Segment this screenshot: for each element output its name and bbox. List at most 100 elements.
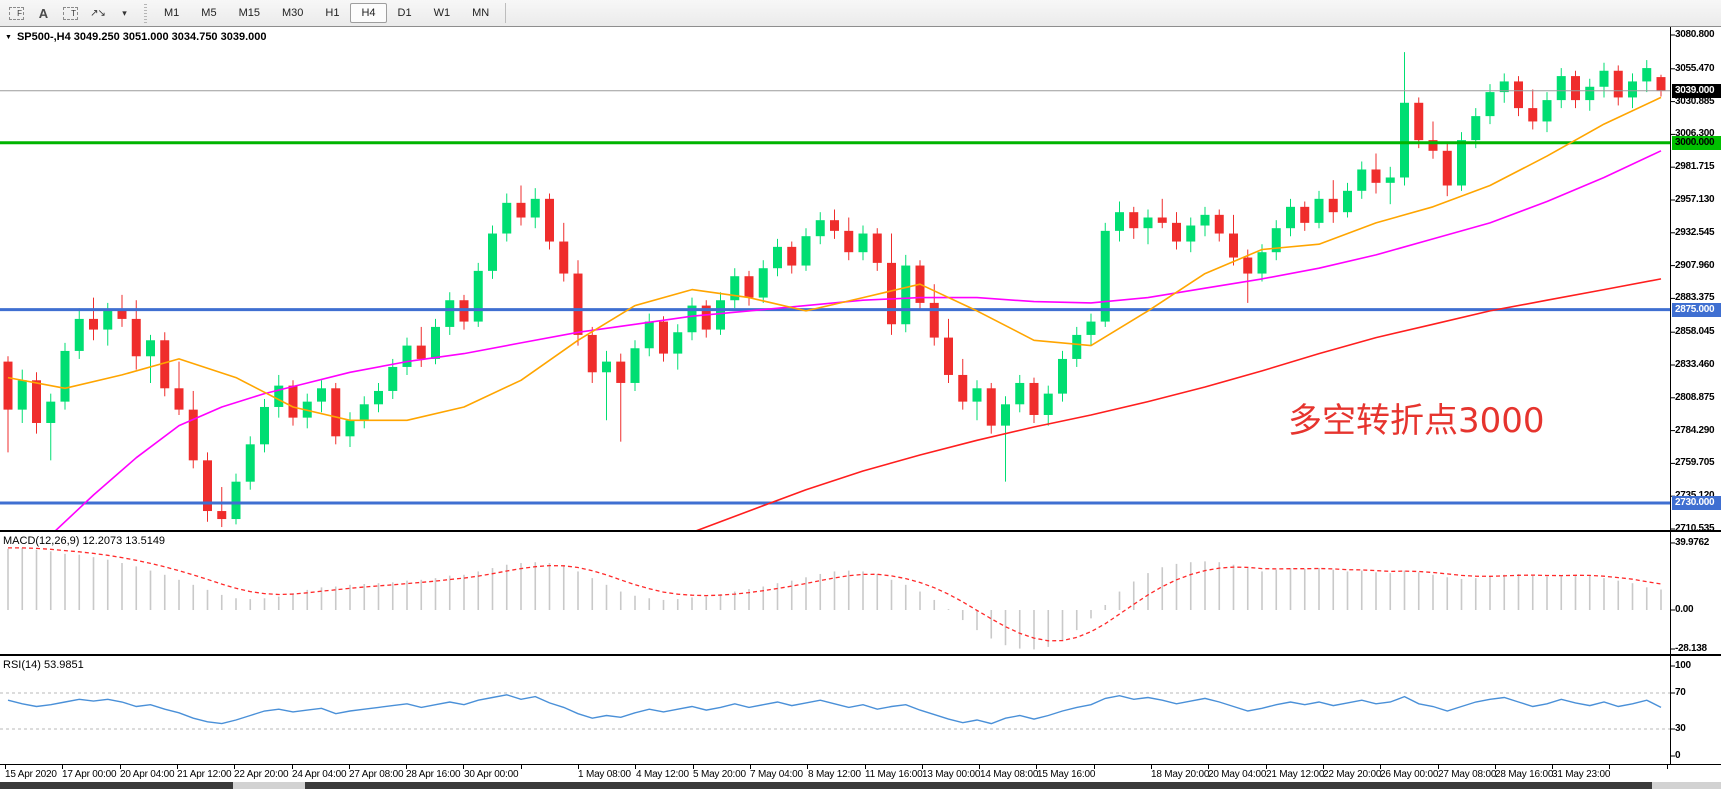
candle [1286, 199, 1295, 236]
candle [559, 223, 568, 282]
candle [246, 436, 255, 489]
candle [930, 284, 939, 345]
candle [1657, 75, 1666, 97]
candle [89, 298, 98, 341]
candle [1001, 396, 1010, 481]
arrows-dropdown-icon[interactable]: ▾ [112, 3, 137, 24]
candle [474, 263, 483, 327]
candles-layer [4, 52, 1666, 527]
time-axis[interactable]: 15 Apr 202017 Apr 00:0020 Apr 04:0021 Ap… [0, 765, 1721, 782]
chart-title: ▼ SP500-,H4 3049.250 3051.000 3034.750 3… [5, 31, 267, 43]
time-axis-label: 15 May 16:00 [1037, 769, 1095, 780]
candle [360, 396, 369, 428]
symbol-ohlc-text: SP500-,H4 3049.250 3051.000 3034.750 303… [17, 31, 267, 43]
main-chart-panel[interactable]: ▼ SP500-,H4 3049.250 3051.000 3034.750 3… [0, 27, 1721, 532]
fibonacci-icon[interactable]: F [4, 3, 29, 24]
candle [901, 255, 910, 332]
rsi-panel[interactable]: RSI(14) 53.9851 10070300 [0, 656, 1721, 765]
rsi-axis-label: 100 [1675, 660, 1691, 671]
text-tool-icon[interactable]: A [31, 3, 56, 24]
macd-axis-label: -28.138 [1675, 643, 1707, 654]
timeframe-button-h1[interactable]: H1 [314, 3, 350, 23]
timeframe-button-m15[interactable]: M15 [228, 3, 271, 23]
time-axis-label: 11 May 16:00 [865, 769, 922, 780]
timeframe-button-mn[interactable]: MN [461, 3, 500, 23]
macd-panel[interactable]: MACD(12,26,9) 12.2073 13.5149 39.97620.0… [0, 532, 1721, 656]
rsi-line [8, 695, 1661, 724]
candle [61, 343, 70, 410]
timeframe-button-d1[interactable]: D1 [387, 3, 423, 23]
time-axis-label: 28 Apr 16:00 [406, 769, 460, 780]
candle [417, 327, 426, 367]
time-axis-label: 27 May 08:00 [1438, 769, 1496, 780]
candle [274, 375, 283, 418]
macd-histogram [8, 548, 1661, 649]
time-axis-label: 17 Apr 00:00 [62, 769, 116, 780]
candle [331, 383, 340, 444]
price-axis-label: 3080.800 [1675, 29, 1714, 40]
candle [659, 316, 668, 361]
candle [1357, 161, 1366, 198]
candle [1129, 207, 1138, 239]
toolbar-grip[interactable] [144, 4, 147, 23]
time-axis-label: 21 May 12:00 [1266, 769, 1324, 780]
time-axis-label: 22 Apr 20:00 [234, 769, 288, 780]
chart-title-collapse-icon[interactable]: ▼ [5, 34, 12, 41]
ma-magenta-line [51, 151, 1661, 532]
candle [46, 394, 55, 461]
candle [1072, 327, 1081, 367]
candle [844, 218, 853, 261]
top-toolbar: FAT↗↘ ▾ M1M5M15M30H1H4D1W1MN [0, 0, 1721, 27]
candle [1215, 210, 1224, 242]
candle [887, 234, 896, 335]
timeframe-button-m30[interactable]: M30 [271, 3, 314, 23]
candle [802, 228, 811, 271]
candle [1158, 199, 1167, 228]
price-axis-label: 2759.705 [1675, 457, 1714, 468]
timeframe-button-h4[interactable]: H4 [350, 3, 386, 23]
price-axis-label: 2981.715 [1675, 161, 1714, 172]
time-axis-label: 27 Apr 08:00 [349, 769, 403, 780]
candle [588, 327, 597, 383]
candle [1315, 191, 1324, 228]
candle [374, 383, 383, 412]
candle [730, 268, 739, 308]
candle [1500, 73, 1509, 102]
price-axis-label: 3055.470 [1675, 63, 1714, 74]
candle [403, 338, 412, 375]
timeframe-group: M1M5M15M30H1H4D1W1MN [153, 3, 500, 23]
rsi-label: RSI(14) 53.9851 [3, 659, 84, 671]
scrollbar-thumb[interactable] [0, 782, 233, 789]
candle [602, 351, 611, 420]
candle [1585, 79, 1594, 111]
current-price-tag: 3039.000 [1672, 84, 1721, 98]
annotation-text[interactable]: 多空转折点3000 [1288, 393, 1545, 442]
candle [146, 335, 155, 383]
hline-2875-tag: 2875.000 [1672, 303, 1721, 317]
drawing-tools-group: FAT↗↘ ▾ [3, 3, 138, 24]
horizontal-scrollbar[interactable] [0, 782, 1721, 789]
arrows-tool-icon[interactable]: ↗↘ [85, 3, 110, 24]
price-axis-label: 2833.460 [1675, 359, 1714, 370]
candlestick-chart[interactable] [0, 27, 1721, 532]
macd-label: MACD(12,26,9) 12.2073 13.5149 [3, 535, 165, 547]
timeframe-button-w1[interactable]: W1 [423, 3, 462, 23]
scrollbar-thumb[interactable] [305, 782, 1652, 789]
candle [217, 487, 226, 527]
candle [859, 226, 868, 261]
candle [688, 298, 697, 341]
text-label-tool-icon[interactable]: T [58, 3, 83, 24]
candle [1044, 386, 1053, 426]
time-axis-label: 28 May 16:00 [1495, 769, 1553, 780]
arrows-dropdown-glyph: ▾ [122, 8, 127, 19]
hline-2730-tag: 2730.000 [1672, 496, 1721, 510]
candle [189, 391, 198, 468]
time-axis-label: 26 May 00:00 [1380, 769, 1438, 780]
candle [4, 356, 13, 452]
candle [1614, 65, 1623, 105]
timeframe-button-m1[interactable]: M1 [153, 3, 190, 23]
candle [18, 370, 27, 423]
candle [1528, 89, 1537, 129]
candle [631, 340, 640, 391]
timeframe-button-m5[interactable]: M5 [190, 3, 227, 23]
